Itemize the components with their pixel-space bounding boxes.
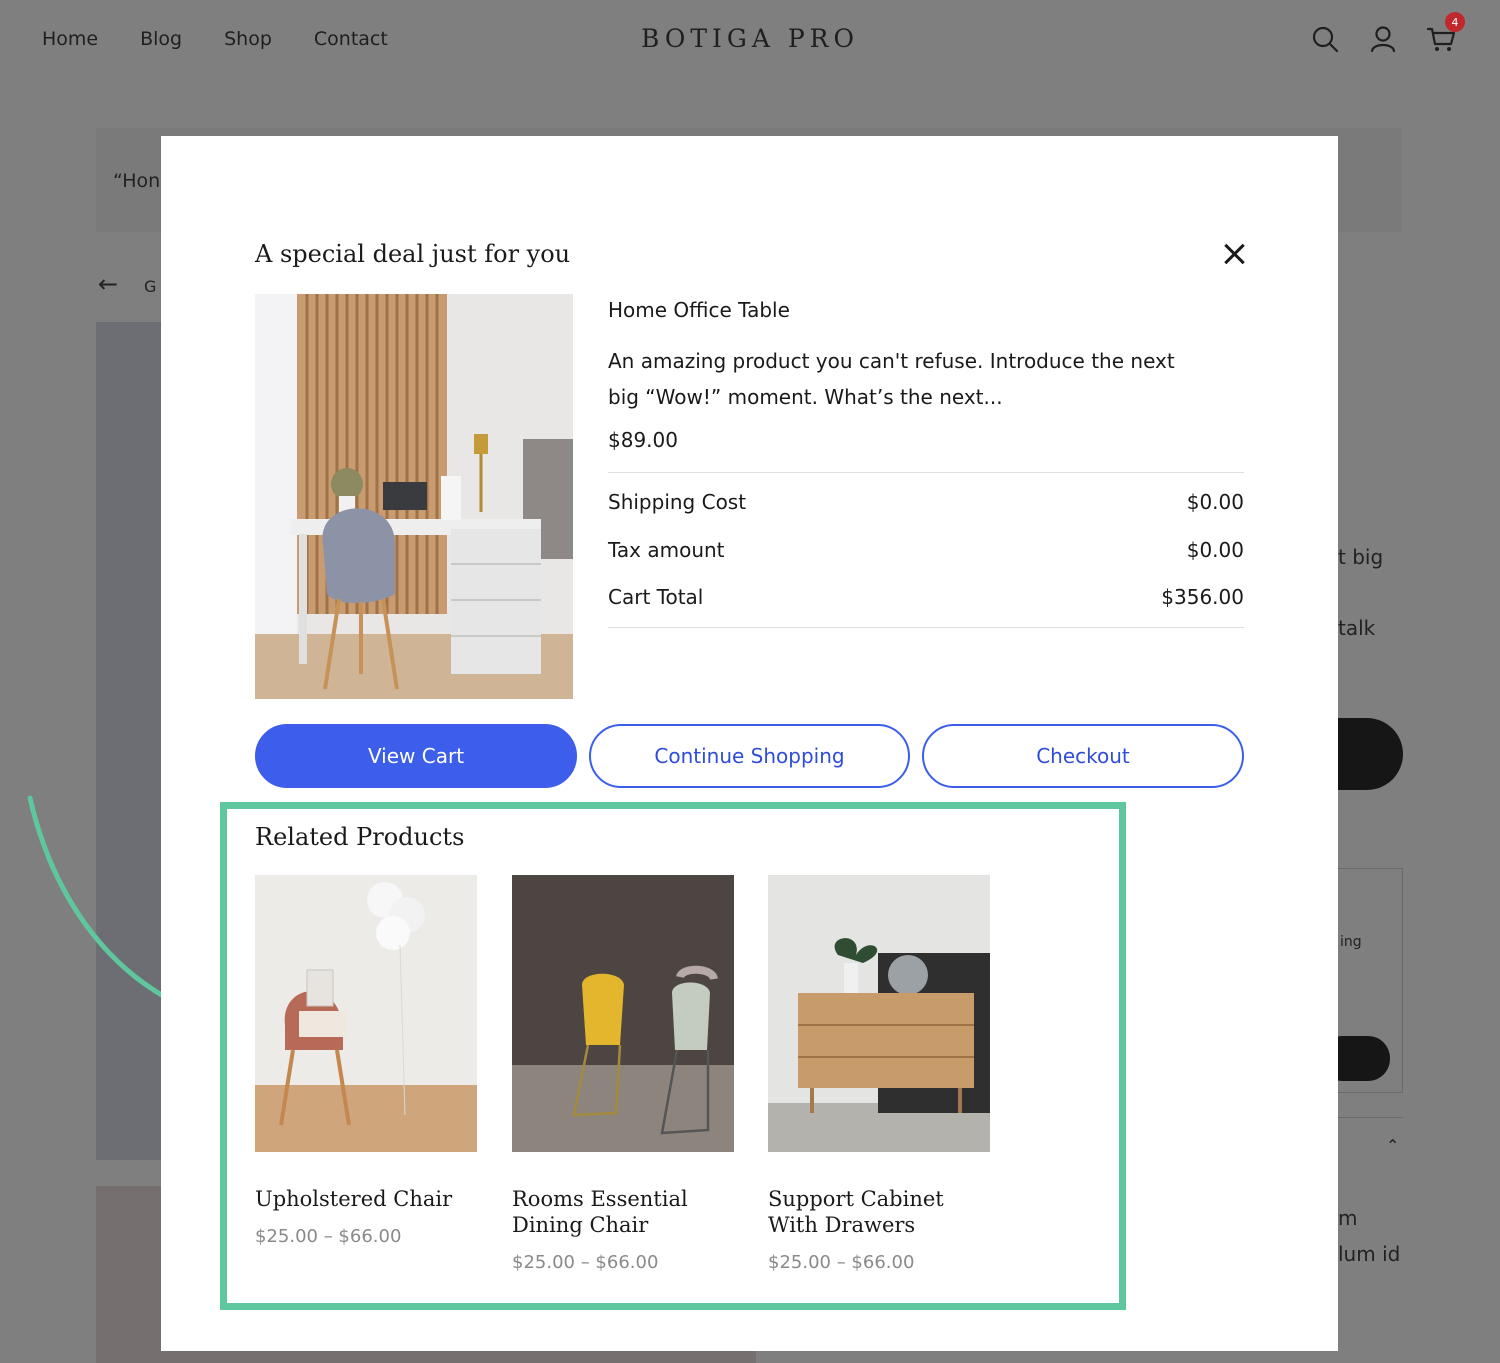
user-icon[interactable]	[1368, 24, 1398, 54]
summary-value: $0.00	[1186, 490, 1244, 514]
related-product-name[interactable]: Upholstered Chair	[255, 1186, 477, 1212]
product-gallery	[96, 322, 166, 1160]
summary-value: $0.00	[1186, 538, 1244, 562]
bg-text-fragment: lum id	[1338, 1242, 1401, 1266]
summary-label: Cart Total	[608, 585, 704, 609]
product-description: An amazing product you can't refuse. Int…	[608, 349, 1175, 409]
added-to-cart-modal: A special deal just for you Home Office …	[161, 136, 1338, 1351]
related-product-image[interactable]	[255, 875, 477, 1152]
cart-icon[interactable]: 4	[1426, 12, 1465, 54]
search-icon[interactable]	[1310, 24, 1340, 54]
back-link: G	[144, 277, 157, 296]
related-product-image[interactable]	[512, 875, 734, 1152]
related-product-price: $25.00 – $66.00	[768, 1252, 915, 1273]
cart-total-row: Cart Total $356.00	[608, 585, 1244, 609]
summary-divider-top	[608, 472, 1244, 473]
bg-text-fragment: m	[1338, 1206, 1358, 1230]
related-product-name[interactable]: Support Cabinet With Drawers	[768, 1186, 990, 1238]
shipping-cost-row: Shipping Cost $0.00	[608, 490, 1244, 514]
close-icon[interactable]	[1221, 240, 1249, 268]
product-name[interactable]: Home Office Table	[608, 298, 790, 322]
checkout-button[interactable]: Checkout	[922, 724, 1244, 788]
bg-divider	[1338, 1117, 1403, 1118]
bg-description-fragment: talk	[1338, 616, 1376, 640]
related-product-card[interactable]: Upholstered Chair $25.00 – $66.00	[255, 875, 477, 1247]
related-product-name[interactable]: Rooms Essential Dining Chair	[512, 1186, 734, 1238]
bg-info-fragment: ing	[1340, 934, 1362, 950]
summary-label: Tax amount	[608, 538, 725, 562]
product-price: $89.00	[608, 428, 678, 452]
continue-shopping-button[interactable]: Continue Shopping	[589, 724, 910, 788]
related-product-card[interactable]: Rooms Essential Dining Chair $25.00 – $6…	[512, 875, 734, 1273]
bg-description-fragment: t big	[1338, 545, 1384, 569]
modal-title: A special deal just for you	[255, 240, 571, 268]
breadcrumb: “Hon	[113, 170, 161, 192]
header-icons: 4	[1310, 12, 1465, 54]
related-product-image[interactable]	[768, 875, 990, 1152]
back-arrow-icon: ←	[98, 270, 119, 298]
related-products-title: Related Products	[255, 823, 465, 851]
tax-amount-row: Tax amount $0.00	[608, 538, 1244, 562]
cart-count-badge: 4	[1445, 12, 1465, 32]
site-logo[interactable]: BOTIGA PRO	[0, 24, 1500, 53]
related-product-price: $25.00 – $66.00	[512, 1252, 659, 1273]
product-image	[255, 294, 573, 699]
summary-value: $356.00	[1161, 585, 1244, 609]
summary-label: Shipping Cost	[608, 490, 747, 514]
related-product-card[interactable]: Support Cabinet With Drawers $25.00 – $6…	[768, 875, 990, 1273]
chevron-up-icon: ⌃	[1386, 1136, 1400, 1155]
summary-divider-bottom	[608, 627, 1244, 628]
view-cart-button[interactable]: View Cart	[255, 724, 577, 788]
related-product-price: $25.00 – $66.00	[255, 1226, 402, 1247]
